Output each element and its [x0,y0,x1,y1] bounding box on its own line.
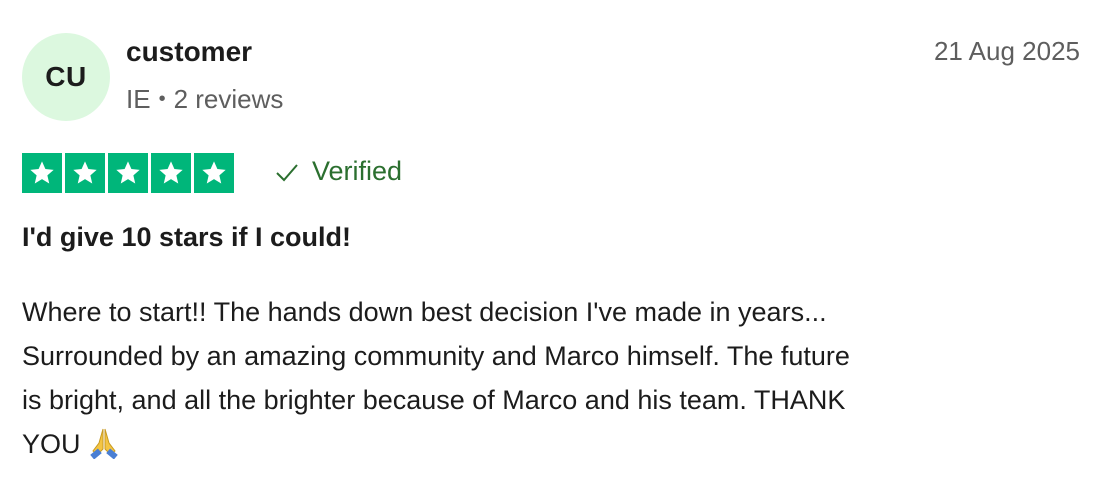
star-1 [22,153,62,193]
star-icon [202,161,226,184]
star-icon [116,161,140,184]
star-icon [159,161,183,184]
star-5 [194,153,234,193]
verified-badge[interactable]: Verified [274,156,402,187]
checkmark-icon [276,163,298,181]
avatar[interactable]: CU [22,33,110,121]
review-date: 21 Aug 2025 [933,36,1080,66]
star-4 [151,153,191,193]
star-icon [30,161,54,184]
reviewer-name[interactable]: customer [126,36,252,68]
review-body-line: Surrounded by an amazing community and M… [22,341,850,371]
review-body-line: is bright, and all the brighter because … [22,385,846,415]
review-card: CU customer IE • 2 reviews 21 Aug 2025 V… [0,0,1106,488]
verified-label: Verified [312,156,403,186]
review-body-line: YOU [22,429,81,459]
star-icon [73,161,97,184]
reviewer-country: IE [126,84,151,114]
review-body: Where to start!! The hands down best dec… [22,290,1062,466]
review-body-line-last: YOU [22,422,1062,466]
review-body-line: Where to start!! The hands down best dec… [22,297,827,327]
star-rating [22,153,234,193]
folded-hands-icon [89,428,118,459]
star-2 [65,153,105,193]
avatar-initials: CU [45,61,87,92]
star-3 [108,153,148,193]
review-title: I'd give 10 stars if I could! [22,222,352,252]
meta-separator: • [158,88,166,110]
reviewer-meta: IE • 2 reviews [126,84,283,115]
reviewer-review-count: 2 reviews [173,84,284,114]
